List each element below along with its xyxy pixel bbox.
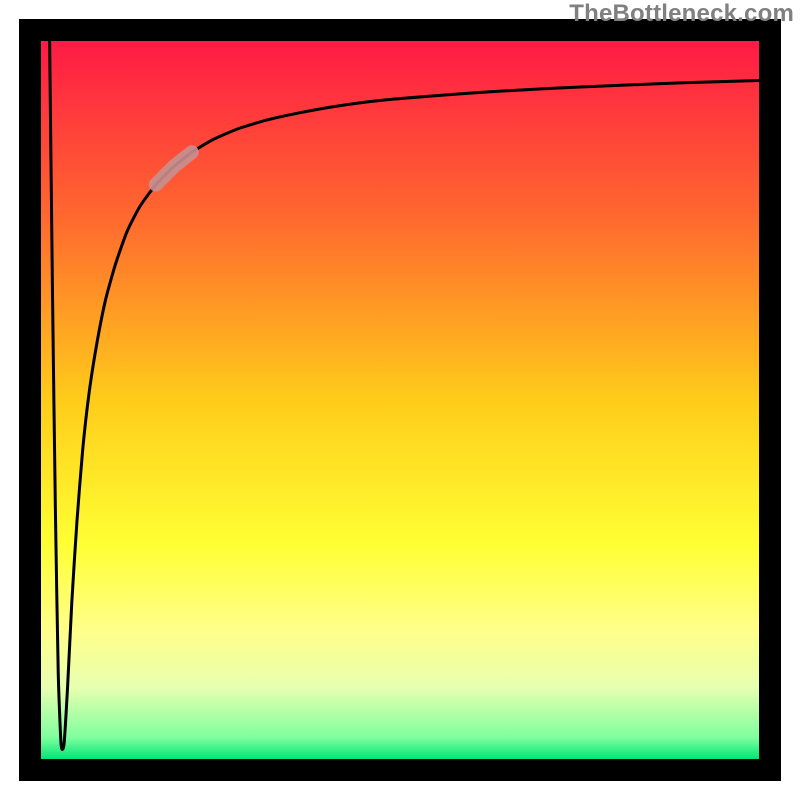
chart-container: TheBottleneck.com <box>0 0 800 800</box>
bottleneck-chart <box>0 0 800 800</box>
watermark-text: TheBottleneck.com <box>569 0 794 28</box>
plot-background <box>41 41 759 759</box>
